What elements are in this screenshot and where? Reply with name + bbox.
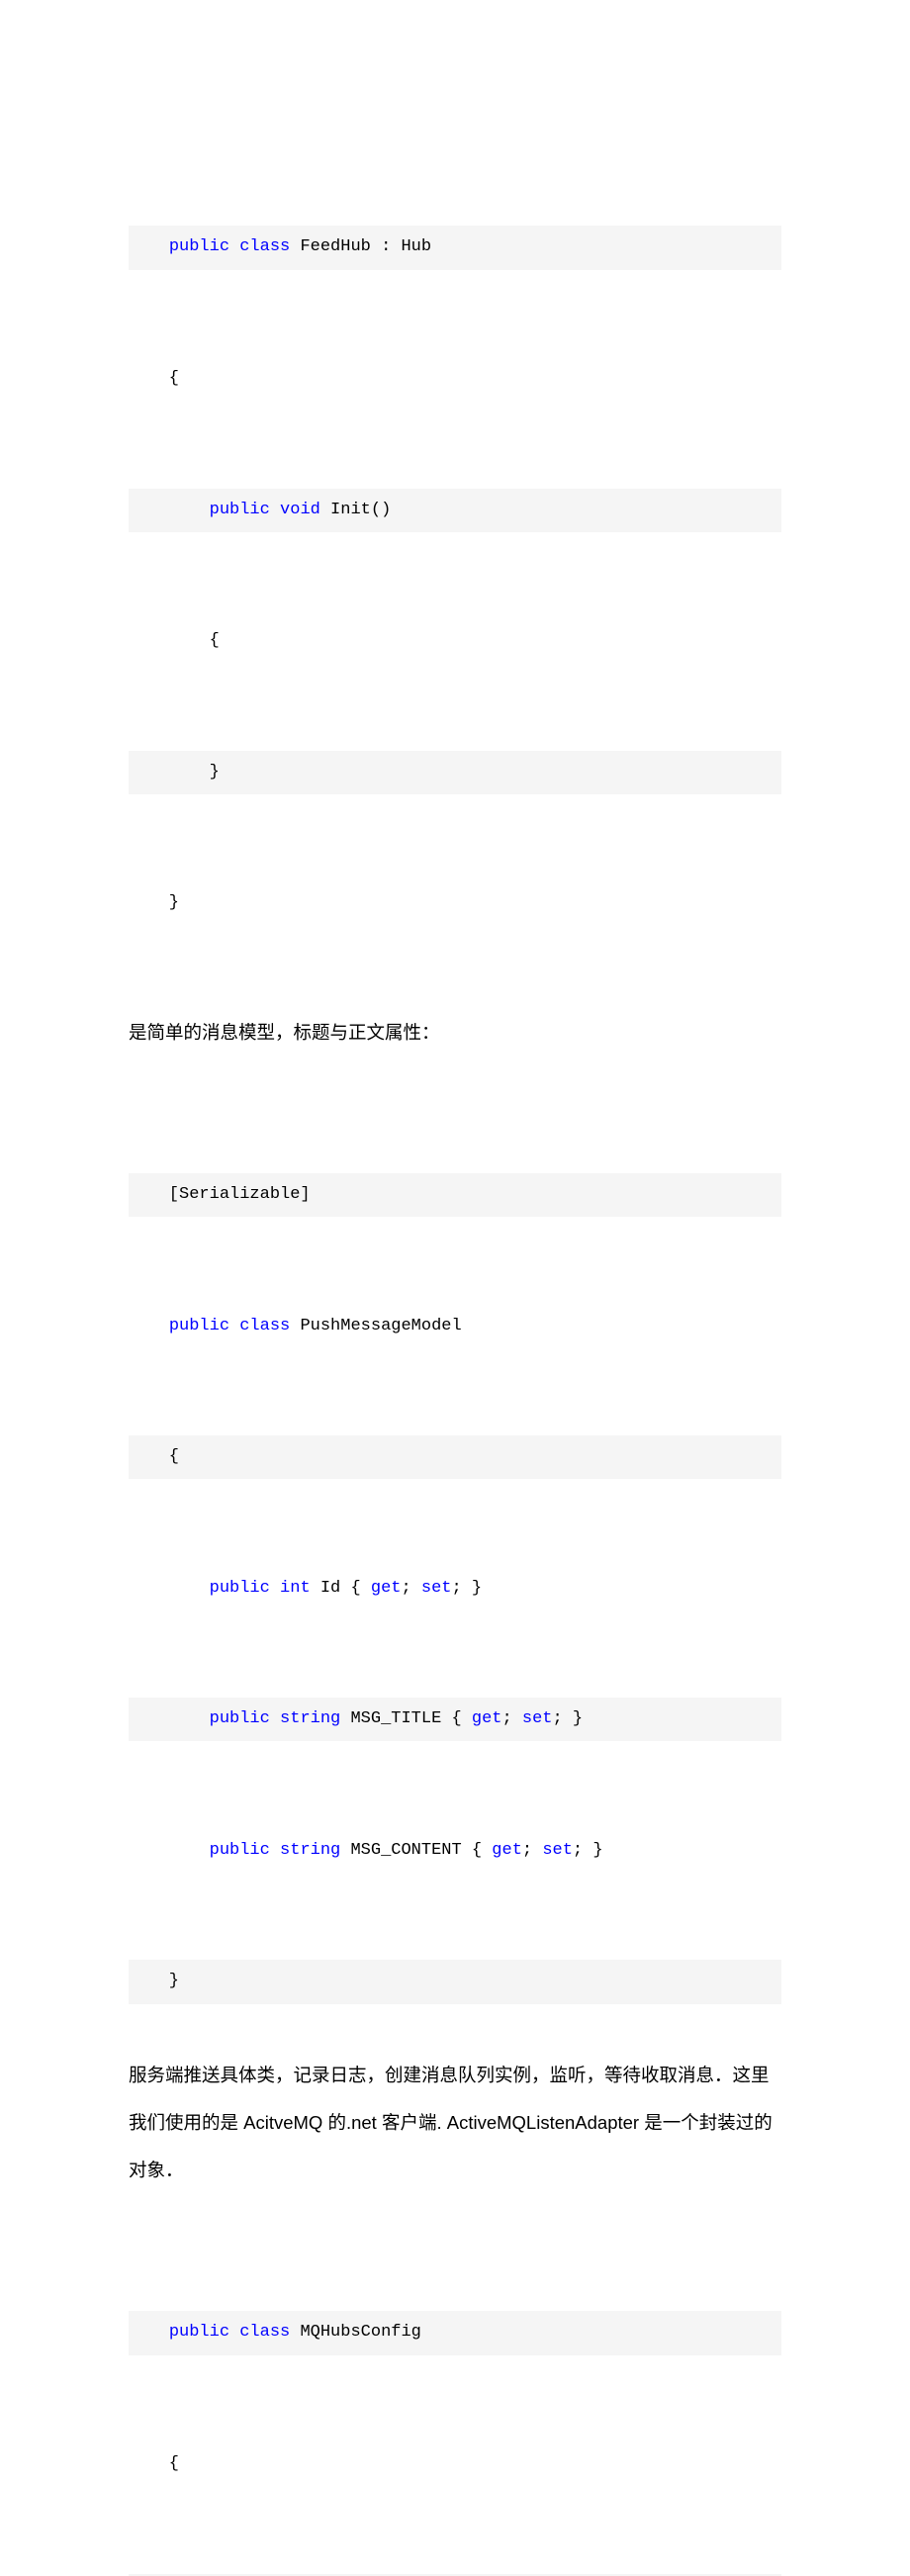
code-line: public class MQHubsConfig — [129, 2311, 781, 2354]
code-block-3: public class MQHubsConfig { private stat… — [129, 2224, 781, 2576]
code-line: } — [129, 1960, 781, 2003]
code-line: public class FeedHub : Hub — [129, 226, 781, 269]
code-line: public string MSG_CONTENT { get; set; } — [129, 1829, 781, 1873]
code-line: public int Id { get; set; } — [129, 1567, 781, 1610]
code-line: private static ILogger log = new — [129, 2574, 781, 2576]
code-line: public string MSG_TITLE { get; set; } — [129, 1698, 781, 1741]
code-line: } — [129, 751, 781, 794]
prose-text-1: 是简单的消息模型，标题与正文属性： — [129, 1009, 781, 1057]
code-line: public class PushMessageModel — [129, 1305, 781, 1348]
code-line: { — [129, 357, 781, 401]
code-block-1: public class FeedHub : Hub { public void… — [129, 138, 781, 969]
code-line: [Serializable] — [129, 1173, 781, 1217]
code-line: } — [129, 881, 781, 925]
code-block-2: [Serializable] public class PushMessageM… — [129, 1086, 781, 2048]
code-line: { — [129, 2442, 781, 2486]
code-line: { — [129, 619, 781, 663]
prose-text-2: 服务端推送具体类，记录日志，创建消息队列实例，监听，等待收取消息．这里我们使用的… — [129, 2052, 781, 2194]
code-line: public void Init() — [129, 489, 781, 532]
code-line: { — [129, 1435, 781, 1479]
